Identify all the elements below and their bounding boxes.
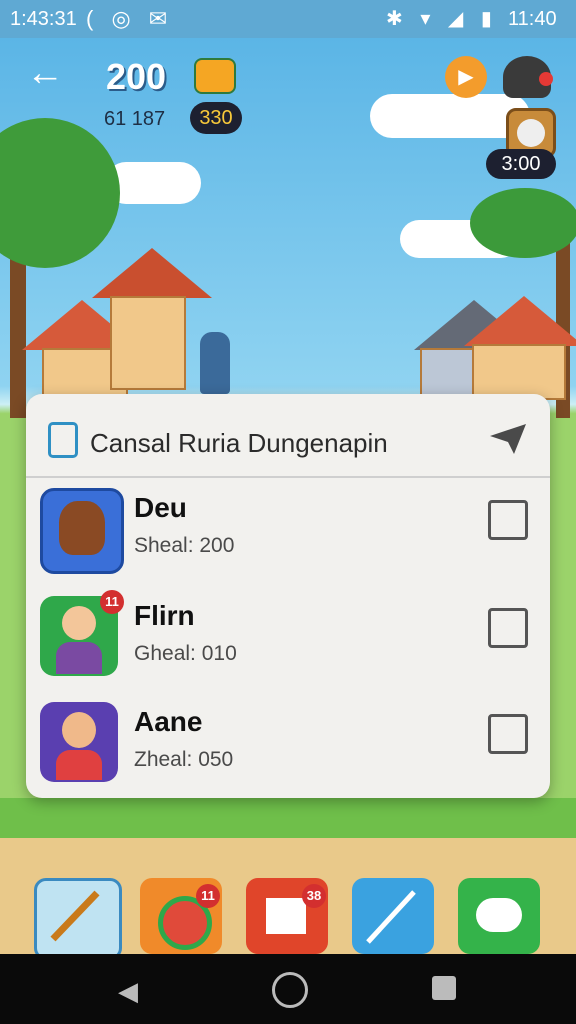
player-name: Aane <box>134 706 203 737</box>
player-panel: Cansal Ruria Dungenapin Deu Sheal: 200 1… <box>26 394 550 798</box>
avatar: 11 <box>40 590 124 676</box>
timer-value: 3:00 <box>486 149 556 179</box>
status-left-icons: ( ◎ ✉ <box>86 6 174 31</box>
edit-icon[interactable] <box>488 500 528 540</box>
list-item[interactable]: 11 Flirn Gheal: 010 <box>26 590 550 694</box>
palm-tree <box>470 188 576 258</box>
list-item[interactable]: Aane Zheal: 050 <box>26 696 550 800</box>
brush-icon <box>50 890 100 942</box>
edit-icon[interactable] <box>488 714 528 754</box>
dock-item-browser[interactable]: 11 <box>140 878 222 954</box>
sub-stat: 61 187 <box>104 108 166 130</box>
house-roof <box>464 296 576 346</box>
player-name: Flirn <box>134 600 195 631</box>
panel-divider <box>26 476 550 478</box>
dock-item-brush[interactable] <box>34 878 122 960</box>
navigation-bar: ◀ <box>0 954 576 1024</box>
nav-recents-icon[interactable] <box>432 976 456 1000</box>
notification-bell-icon[interactable] <box>503 56 553 98</box>
tree <box>0 118 120 268</box>
play-button[interactable]: ▶ <box>445 56 487 98</box>
dock-item-media[interactable]: 38 <box>246 878 328 954</box>
avatar <box>40 488 124 574</box>
status-bar: 1:43:31 ( ◎ ✉ ✱ ▾ ◢ ▮ 11:40 <box>0 0 576 38</box>
notification-badge: 38 <box>302 884 326 908</box>
player-score: Gheal: 010 <box>134 642 237 665</box>
house-roof <box>92 248 212 298</box>
grass-strip <box>0 798 576 838</box>
status-right-icons: ✱ ▾ ◢ ▮ <box>386 8 498 30</box>
list-item[interactable]: Deu Sheal: 200 <box>26 482 550 586</box>
notification-dot <box>539 72 553 86</box>
avatar <box>40 702 118 782</box>
coin-bag-icon <box>194 58 236 94</box>
nav-back-icon[interactable]: ◀ <box>118 976 138 1007</box>
send-icon[interactable] <box>488 422 528 456</box>
character[interactable] <box>200 332 230 394</box>
notification-badge: 11 <box>100 590 124 614</box>
panel-title: Cansal Ruria Dungenapin <box>90 428 388 458</box>
clock-face-icon <box>517 119 545 147</box>
media-icon <box>266 898 306 934</box>
dock-item-pen[interactable] <box>352 878 434 954</box>
coin-counter: 200 <box>106 56 167 97</box>
pen-icon <box>366 890 416 944</box>
gem-pill: 330 <box>190 102 242 134</box>
play-icon: ▶ <box>458 66 474 88</box>
status-time: 1:43:31 <box>10 8 77 30</box>
house <box>110 296 186 390</box>
chat-bubble-icon <box>476 898 522 932</box>
status-clock: 11:40 <box>508 8 557 30</box>
player-score: Sheal: 200 <box>134 534 235 557</box>
player-name: Deu <box>134 492 187 523</box>
clipboard-icon <box>48 422 78 458</box>
player-score: Zheal: 050 <box>134 748 234 771</box>
dock-item-chat[interactable] <box>458 878 540 954</box>
nav-home-icon[interactable] <box>272 972 308 1008</box>
edit-icon[interactable] <box>488 608 528 648</box>
notification-badge: 11 <box>196 884 220 908</box>
back-arrow-icon[interactable]: ← <box>26 52 64 95</box>
house <box>472 344 566 400</box>
